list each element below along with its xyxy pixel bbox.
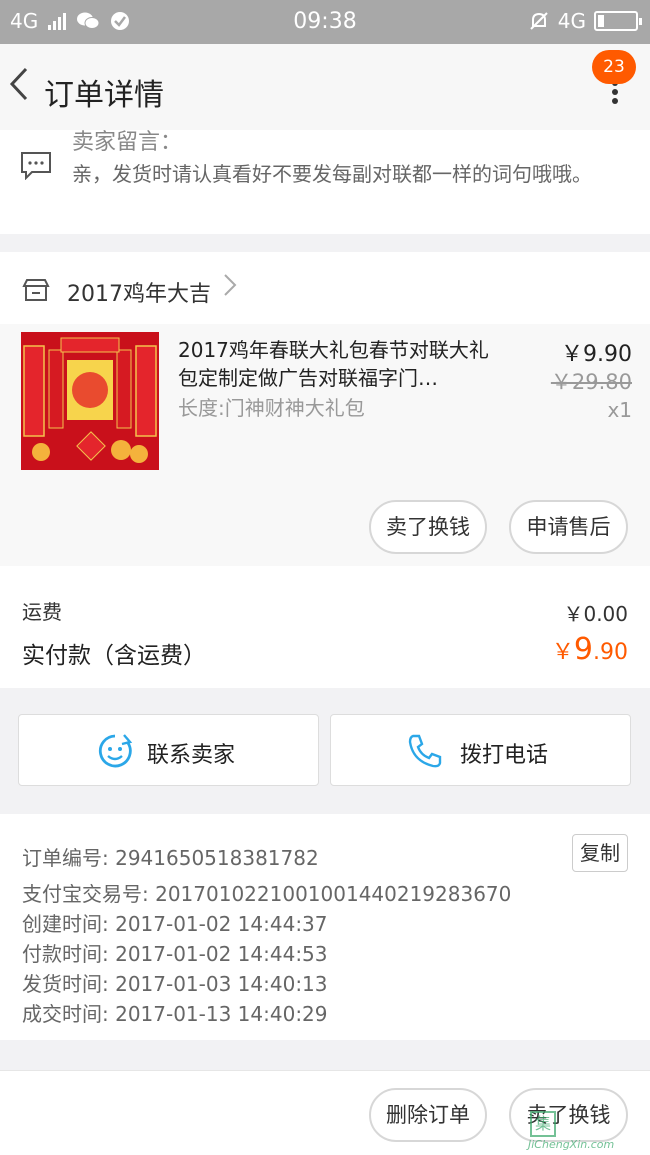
product-spec: 长度:门神财神大礼包 (178, 396, 365, 420)
completed-time: 成交时间: 2017-01-13 14:40:29 (22, 1002, 328, 1026)
freight-label: 运费 (22, 600, 62, 624)
nav-bar: 订单详情 23 (0, 44, 650, 130)
message-icon (21, 152, 51, 180)
contact-seller-button[interactable]: 联系卖家 (18, 714, 319, 786)
watermark-logo: 集 (530, 1111, 556, 1137)
paid-time: 付款时间: 2017-01-02 14:44:53 (22, 942, 328, 966)
watermark: 集 JiChengXin.com (526, 1111, 646, 1151)
network-type-right: 4G (557, 9, 586, 33)
paid-decimal: .90 (593, 640, 628, 665)
paid-label: 实付款（含运费） (22, 643, 206, 669)
shop-icon (22, 279, 50, 301)
status-bar: 4G 09:38 4G (0, 0, 650, 44)
sell-button[interactable]: 卖了换钱 (369, 500, 487, 554)
chevron-right-icon (222, 272, 238, 305)
status-right: 4G (528, 9, 642, 33)
copy-button[interactable]: 复制 (572, 834, 628, 872)
delete-order-button[interactable]: 删除订单 (369, 1088, 487, 1142)
order-number: 订单编号: 2941650518381782 (22, 846, 319, 870)
battery-icon (594, 11, 642, 31)
mute-icon (530, 12, 548, 30)
product-price: ￥9.90 (561, 342, 632, 367)
call-phone-label: 拨打电话 (460, 743, 549, 768)
shop-row[interactable]: 2017鸡年大吉 (0, 252, 650, 324)
shipped-time: 发货时间: 2017-01-03 14:40:13 (22, 972, 328, 996)
notification-badge: 23 (592, 50, 636, 84)
paid-currency: ￥ (551, 640, 574, 665)
shop-name: 2017鸡年大吉 (67, 282, 211, 307)
smile-chat-icon (98, 734, 133, 768)
call-phone-button[interactable]: 拨打电话 (330, 714, 631, 786)
product-item[interactable]: 2017鸡年春联大礼包春节对联大礼包定制定做广告对联福字门… 长度:门神财神大礼… (0, 324, 650, 566)
phone-icon (408, 734, 442, 768)
more-icon[interactable] (612, 80, 618, 107)
seller-message-label: 卖家留言： (72, 130, 183, 155)
paid-integer: 9 (573, 632, 593, 667)
alipay-trade-number: 支付宝交易号: 2017010221001001440219283670 (22, 882, 512, 906)
product-name: 2017鸡年春联大礼包春节对联大礼包定制定做广告对联福字门… (178, 338, 489, 390)
page-title: 订单详情 (44, 78, 164, 113)
contact-section: 联系卖家 拨打电话 (0, 706, 650, 798)
order-info-section: 订单编号: 2941650518381782 复制 支付宝交易号: 201701… (0, 814, 650, 1040)
back-icon[interactable] (8, 66, 30, 111)
aftersale-button[interactable]: 申请售后 (509, 500, 628, 554)
totals-section: 运费 ￥0.00 实付款（含运费） ￥9.90 (0, 566, 650, 688)
seller-message-card: 卖家留言： 亲，发货时请认真看好不要发每副对联都一样的词句哦哦。 (0, 130, 650, 234)
paid-value: ￥9.90 (552, 632, 628, 667)
product-quantity: x1 (607, 398, 632, 422)
seller-message-text: 亲，发货时请认真看好不要发每副对联都一样的词句哦哦。 (72, 162, 592, 186)
product-original-price: ￥29.80 (550, 370, 632, 394)
freight-value: ￥0.00 (563, 602, 628, 626)
contact-seller-label: 联系卖家 (147, 743, 236, 768)
created-time: 创建时间: 2017-01-02 14:44:37 (22, 912, 328, 936)
watermark-url: JiChengXin.com (528, 1138, 615, 1151)
product-image (21, 332, 159, 470)
